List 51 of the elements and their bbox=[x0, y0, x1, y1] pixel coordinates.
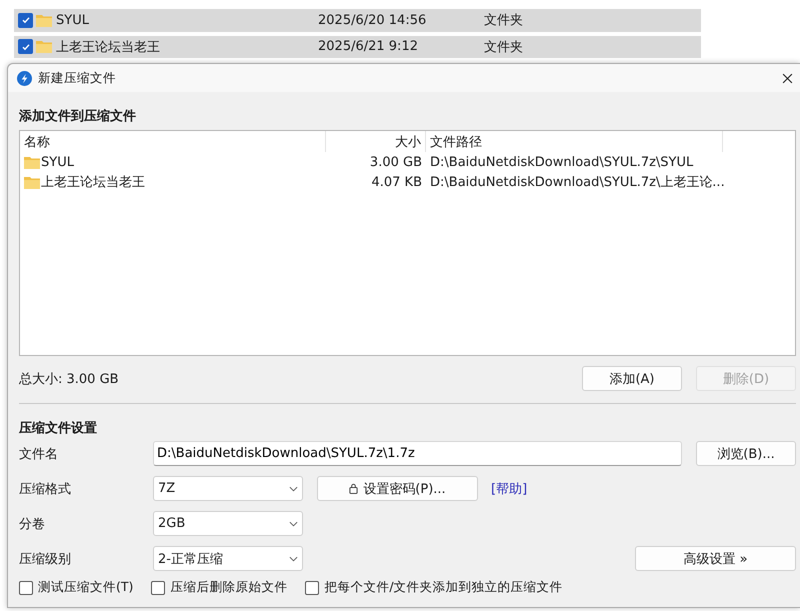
file-path: D:\BaiduNetdiskDownload\SYUL.7z\SYUL bbox=[430, 154, 694, 170]
file-name[interactable]: SYUL bbox=[41, 154, 74, 170]
help-link[interactable]: [帮助] bbox=[491, 480, 528, 498]
checkbox-option[interactable]: 把每个文件/文件夹添加到独立的压缩文件 bbox=[305, 579, 563, 596]
section-heading: 添加文件到压缩文件 bbox=[19, 108, 137, 126]
file-date: 2025/6/20 14:56 bbox=[318, 12, 428, 28]
file-size: 3.00 GB bbox=[370, 154, 422, 170]
folder-icon bbox=[24, 176, 40, 188]
column-header[interactable]: 名称 bbox=[20, 131, 326, 152]
window-title: 新建压缩文件 bbox=[38, 70, 117, 86]
file-date: 2025/6/21 9:12 bbox=[318, 39, 419, 54]
password-button[interactable]: 设置密码(P)... bbox=[317, 476, 478, 501]
check-icon bbox=[20, 15, 30, 26]
check-icon bbox=[20, 42, 30, 52]
dropdown[interactable]: 7Z bbox=[153, 476, 303, 501]
folder-icon bbox=[24, 156, 40, 168]
app-logo-icon bbox=[17, 70, 32, 86]
file-name[interactable]: 上老王论坛当老王 bbox=[41, 173, 145, 191]
filename-input[interactable]: D:\BaiduNetdiskDownload\SYUL.7z\1.7z bbox=[153, 441, 682, 466]
lock-icon bbox=[349, 483, 358, 494]
folder-icon bbox=[36, 40, 52, 54]
field-label: 文件名 bbox=[19, 446, 59, 462]
file-name: SYUL bbox=[56, 12, 90, 28]
column-header[interactable]: 大小 bbox=[326, 131, 426, 152]
field-label: 压缩级别 bbox=[19, 550, 72, 568]
file-path: D:\BaiduNetdiskDownload\SYUL.7z\上老王论... bbox=[430, 174, 725, 191]
dropdown[interactable]: 2-正常压缩 bbox=[153, 546, 303, 571]
file-type: 文件夹 bbox=[484, 12, 523, 30]
advanced-settings-button[interactable]: 高级设置 » bbox=[635, 546, 796, 571]
section-heading: 压缩文件设置 bbox=[19, 420, 98, 438]
file-row[interactable]: 上老王论坛当老王 2025/6/21 9:12 文件夹 bbox=[14, 36, 701, 58]
total-size-label: 总大小: 3.00 GB bbox=[19, 370, 120, 388]
file-type: 文件夹 bbox=[484, 38, 523, 56]
file-size: 4.07 KB bbox=[371, 174, 422, 190]
browse-button[interactable]: 浏览(B)... bbox=[696, 441, 796, 466]
close-icon bbox=[782, 72, 792, 84]
file-row[interactable]: SYUL 2025/6/20 14:56 文件夹 bbox=[14, 9, 701, 32]
field-label: 分卷 bbox=[19, 516, 46, 532]
dropdown[interactable]: 2GB bbox=[153, 511, 303, 536]
checkbox-option[interactable]: 测试压缩文件(T) bbox=[19, 579, 134, 596]
file-name: 上老王论坛当老王 bbox=[56, 38, 161, 56]
checkbox[interactable] bbox=[18, 12, 33, 28]
chevron-down-icon bbox=[289, 486, 298, 492]
checkbox[interactable] bbox=[18, 39, 33, 54]
field-label: 压缩格式 bbox=[19, 480, 72, 498]
column-header[interactable]: 文件路径 bbox=[426, 131, 723, 152]
chevron-down-icon bbox=[289, 556, 298, 562]
chevron-down-icon bbox=[289, 520, 298, 526]
checkbox-option[interactable]: 压缩后删除原始文件 bbox=[151, 579, 288, 596]
folder-icon bbox=[36, 14, 52, 27]
add-button[interactable]: 添加(A) bbox=[582, 366, 682, 391]
